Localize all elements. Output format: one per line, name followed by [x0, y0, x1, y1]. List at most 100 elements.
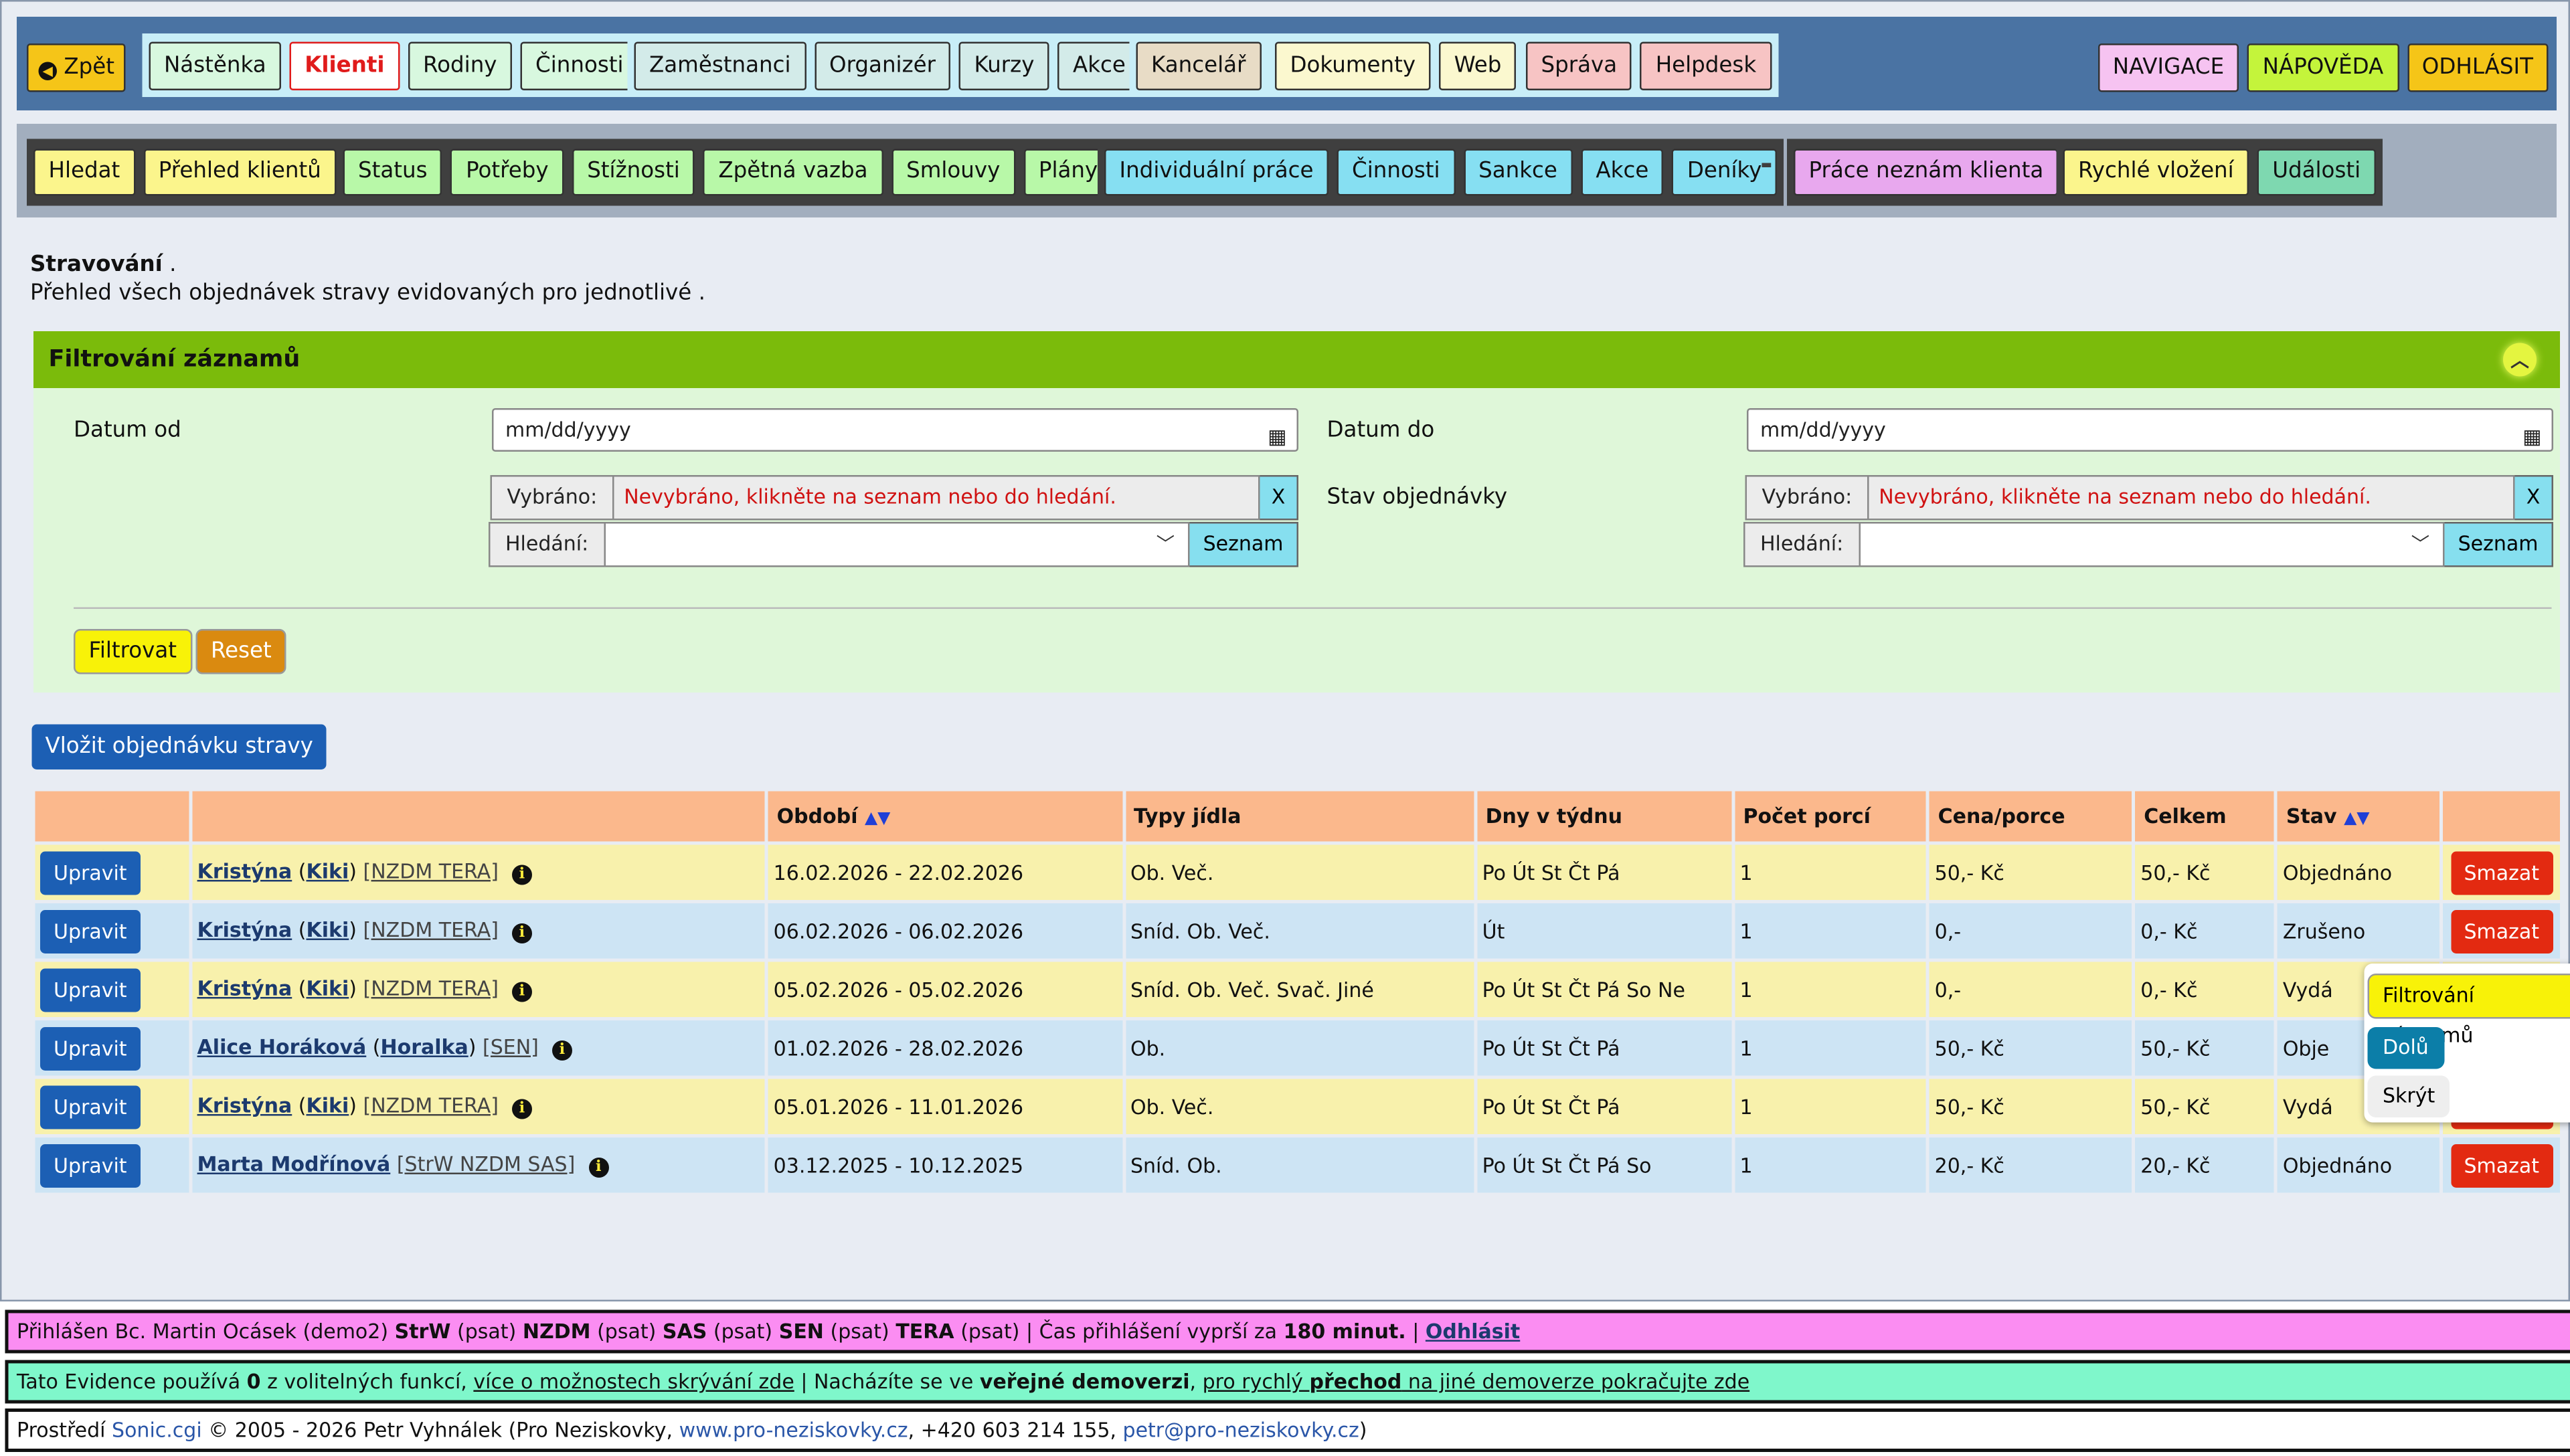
- nav-nastenka[interactable]: Nástěnka: [149, 41, 282, 90]
- subnav-sankce[interactable]: Sankce: [1463, 149, 1573, 196]
- col-price-header: Cena/porce: [1930, 791, 2132, 842]
- hide-options-link[interactable]: více o možnostech skrývání zde: [473, 1370, 794, 1394]
- nav-helpdesk[interactable]: Helpdesk: [1640, 41, 1772, 90]
- search-dropdown[interactable]: ﹀: [603, 522, 1190, 567]
- subnav-zpetna-vazba[interactable]: Zpětná vazba: [703, 149, 883, 196]
- nav-dokumenty[interactable]: Dokumenty: [1275, 41, 1431, 90]
- subnav-rychle-vlozeni[interactable]: Rychlé vložení: [2063, 149, 2249, 196]
- nav-rodiny[interactable]: Rodiny: [408, 41, 513, 90]
- nav-akce[interactable]: Akce: [1057, 41, 1141, 90]
- sonic-link[interactable]: Sonic.cgi: [112, 1419, 202, 1442]
- client-name-link[interactable]: Kristýna: [197, 977, 292, 1000]
- client-groups[interactable]: [SEN]: [483, 1036, 539, 1059]
- client-nickname-link[interactable]: Kiki: [307, 860, 349, 883]
- subnav-smlouvy[interactable]: Smlouvy: [891, 149, 1015, 196]
- edit-button[interactable]: Upravit: [40, 1026, 141, 1070]
- info-icon[interactable]: i: [511, 982, 532, 1002]
- filter-header[interactable]: Filtrování záznamů ︿: [33, 331, 2560, 388]
- subnav-stiznosti[interactable]: Stížnosti: [572, 149, 695, 196]
- subnav-status[interactable]: Status: [343, 149, 443, 196]
- col-period-header[interactable]: Období ▲▼: [768, 791, 1122, 842]
- info-icon[interactable]: i: [511, 1099, 532, 1119]
- edit-button[interactable]: Upravit: [40, 850, 141, 895]
- insert-meal-order-button[interactable]: Vložit objednávku stravy: [31, 724, 327, 769]
- delete-button[interactable]: Smazat: [2450, 850, 2553, 895]
- client-groups[interactable]: [NZDM TERA]: [363, 977, 499, 1000]
- logout-button[interactable]: ODHLÁSIT: [2407, 42, 2549, 92]
- subnav-individualni-prace[interactable]: Individuální práce: [1104, 149, 1329, 196]
- nav-organizer[interactable]: Organizér: [814, 41, 951, 90]
- subnav-potreby[interactable]: Potřeby: [450, 149, 564, 196]
- subnav-udalosti[interactable]: Události: [2257, 149, 2376, 196]
- subnav-akce[interactable]: Akce: [1580, 149, 1664, 196]
- col-status-header[interactable]: Stav ▲▼: [2278, 791, 2440, 842]
- client-name-link[interactable]: Alice Horáková: [197, 1036, 367, 1059]
- edit-button[interactable]: Upravit: [40, 968, 141, 1012]
- email-link[interactable]: petr@pro-neziskovky.cz: [1123, 1419, 1359, 1442]
- help-button[interactable]: NÁPOVĚDA: [2247, 42, 2399, 92]
- nav-klienti-active[interactable]: Klienti: [289, 41, 400, 90]
- subnav-prace-neznam-klienta[interactable]: Práce neznám klienta: [1794, 149, 2059, 196]
- status-list-button[interactable]: Seznam: [2444, 522, 2553, 567]
- client-nickname-link[interactable]: Kiki: [307, 977, 349, 1000]
- nav-sprava[interactable]: Správa: [1526, 41, 1632, 90]
- nav-cinnosti[interactable]: Činnosti: [520, 41, 639, 90]
- edit-button[interactable]: Upravit: [40, 1085, 141, 1129]
- edit-button[interactable]: Upravit: [40, 909, 141, 953]
- subnav-cinnosti[interactable]: Činnosti: [1337, 149, 1456, 196]
- client-nickname-link[interactable]: Horalka: [381, 1036, 468, 1059]
- client-cell: Kristýna (Kiki) [NZDM TERA] i: [192, 962, 766, 1017]
- popup-hide-button[interactable]: Skrýt: [2367, 1075, 2450, 1117]
- client-groups[interactable]: [NZDM TERA]: [363, 919, 499, 942]
- info-icon[interactable]: i: [511, 864, 532, 885]
- nav-web[interactable]: Web: [1439, 41, 1517, 90]
- delete-button[interactable]: Smazat: [2450, 1143, 2553, 1187]
- sort-arrows-icon[interactable]: ▲▼: [2344, 810, 2369, 828]
- popup-filter-title-button[interactable]: Filtrování záznamů: [2367, 974, 2570, 1047]
- nav-kancelar[interactable]: Kancelář: [1136, 41, 1261, 90]
- filter-panel: Filtrování záznamů ︿ Datum od mm/dd/yyyy…: [33, 331, 2560, 693]
- collapse-chevron-up-icon[interactable]: ︿: [2503, 343, 2537, 377]
- client-nickname-link[interactable]: Kiki: [307, 1094, 349, 1117]
- footer-logout-link[interactable]: Odhlásit: [1426, 1320, 1520, 1344]
- client-groups[interactable]: [NZDM TERA]: [363, 860, 499, 883]
- clear-selection-button[interactable]: X: [1260, 475, 1298, 521]
- status-search-dropdown[interactable]: ﹀: [1858, 522, 2445, 567]
- date-from-input[interactable]: mm/dd/yyyy ▦: [492, 408, 1298, 452]
- client-cell: Kristýna (Kiki) [NZDM TERA] i: [192, 1079, 766, 1134]
- subnav-group-5: Rychlé vložení Události: [2056, 139, 2383, 206]
- info-icon[interactable]: i: [511, 923, 532, 943]
- client-groups[interactable]: [NZDM TERA]: [363, 1094, 499, 1117]
- client-nickname-link[interactable]: Kiki: [307, 919, 349, 942]
- popup-down-button[interactable]: Dolů: [2367, 1027, 2444, 1069]
- list-button[interactable]: Seznam: [1189, 522, 1298, 567]
- filter-divider: [74, 607, 2552, 609]
- client-name-link[interactable]: Kristýna: [197, 919, 292, 942]
- filter-button[interactable]: Filtrovat: [74, 629, 192, 674]
- sort-arrows-icon[interactable]: ▲▼: [865, 810, 890, 828]
- other-demo-link[interactable]: pro rychlý přechod na jiné demoverze pok…: [1203, 1370, 1750, 1394]
- navigation-button[interactable]: NAVIGACE: [2097, 42, 2239, 92]
- reset-button[interactable]: Reset: [195, 629, 287, 674]
- page-subtitle: Přehled všech objednávek stravy evidovan…: [30, 281, 705, 306]
- nav-zamestnanci[interactable]: Zaměstnanci: [634, 41, 806, 90]
- calendar-icon[interactable]: ▦: [2522, 417, 2541, 457]
- floating-filter-popup: Filtrování záznamů Dolů Skrýt: [2364, 964, 2570, 1123]
- website-link[interactable]: www.pro-neziskovky.cz: [679, 1419, 908, 1442]
- info-icon[interactable]: i: [551, 1040, 572, 1061]
- delete-cell: Smazat: [2443, 844, 2560, 900]
- delete-button[interactable]: Smazat: [2450, 909, 2553, 953]
- back-button[interactable]: ◀ Zpět: [27, 42, 126, 92]
- nav-kurzy[interactable]: Kurzy: [959, 41, 1049, 90]
- calendar-icon[interactable]: ▦: [1268, 417, 1286, 457]
- client-name-link[interactable]: Kristýna: [197, 1094, 292, 1117]
- subnav-prehled-klientu[interactable]: Přehled klientů: [143, 149, 337, 196]
- subnav-hledat[interactable]: Hledat: [33, 149, 135, 196]
- client-name-link[interactable]: Kristýna: [197, 860, 292, 883]
- edit-button[interactable]: Upravit: [40, 1143, 141, 1187]
- clear-selection-button[interactable]: X: [2514, 475, 2553, 521]
- date-to-input[interactable]: mm/dd/yyyy ▦: [1747, 408, 2553, 452]
- client-groups[interactable]: [StrW NZDM SAS]: [397, 1153, 575, 1176]
- client-name-link[interactable]: Marta Modřínová: [197, 1153, 391, 1176]
- info-icon[interactable]: i: [588, 1158, 609, 1178]
